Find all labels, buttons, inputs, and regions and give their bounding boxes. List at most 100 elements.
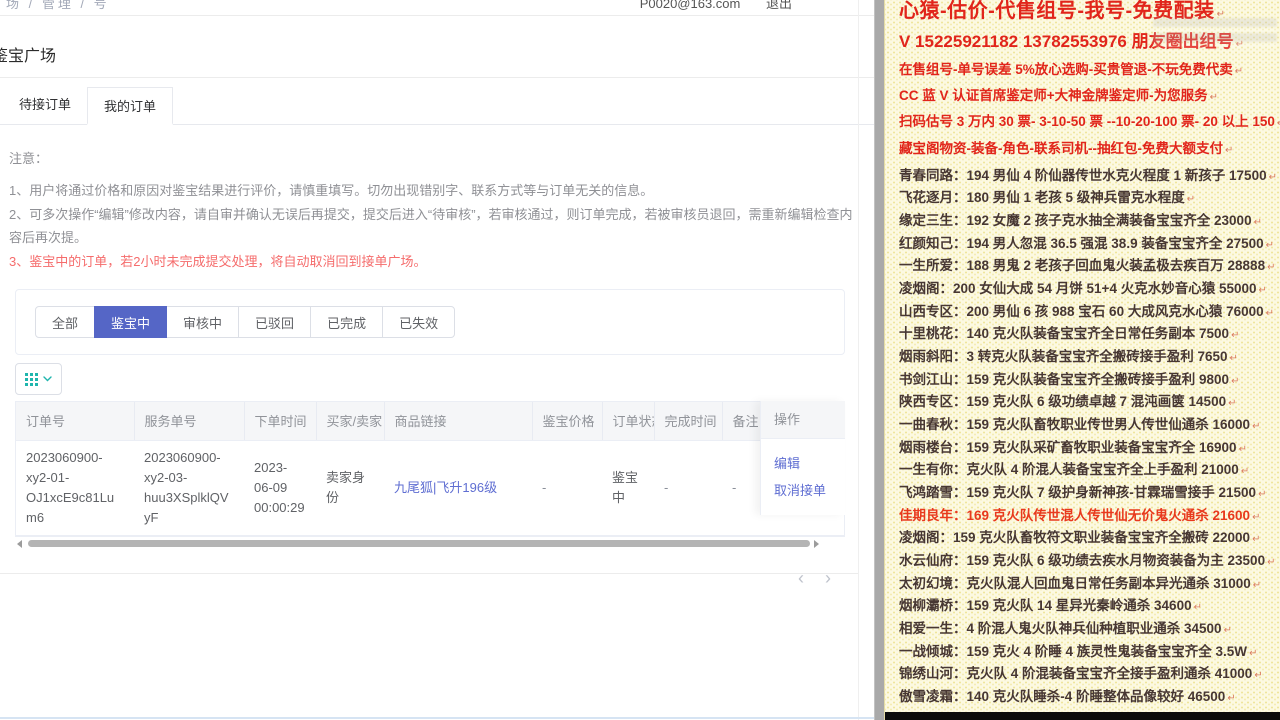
paragraph-mark: ↵ [1258,489,1266,500]
cell-product-link: 九尾狐|飞升196级 [384,440,532,535]
table-header-cell: 完成时间 [654,402,722,440]
table-header-cell: 鉴宝价格 [532,402,602,440]
cell-price: - [532,440,602,535]
table-scroll-area: 订单号服务单号下单时间买家/卖家商品链接鉴宝价格订单状态完成时间备注操作 202… [15,401,845,537]
paragraph-mark: ↵ [1269,172,1277,183]
paragraph-mark: ↵ [1239,444,1247,455]
paragraph-mark: ↵ [1194,602,1202,613]
window-right-border [858,0,859,720]
filter-button[interactable]: 审核中 [166,306,239,338]
notice-heading: 注意： [9,149,865,169]
tab-bar: 待接订单我的订单 [0,86,884,125]
scroll-left-arrow-icon[interactable] [17,540,22,548]
paragraph-mark: ↵ [1266,240,1274,251]
table-header-cell: 商品链接 [384,402,532,440]
next-page-button[interactable]: › [825,568,831,588]
doc-promo-line: 藏宝阁物资-装备-角色-联系司机--抽红包-免费大额支付↵ [899,137,1280,163]
doc-list-item: 飞花逐月：180 男仙 1 老孩 5 级神兵雷克水程度↵ [899,188,1280,211]
table-header-cell: 下单时间 [244,402,316,440]
notice-block: 注意： 1、用户将通过价格和原因对鉴宝结果进行评价，请慎重填写。切勿出现错别字、… [9,149,865,273]
doc-list-item: 太初幻境：克火队混人回血鬼日常任务副本异光通杀 31000↵ [899,574,1280,597]
doc-list-item: 锦绣山河：克火队 4 阶混装备宝宝齐全接手盈利通杀 41000↵ [899,664,1280,687]
doc-list-item: 一曲春秋：159 克火队畜牧职业传世男人传世仙通杀 16000↵ [899,415,1280,438]
action-links: 编辑取消接单 [761,439,845,504]
doc-list-item: 烟雨斜阳：3 转克火队装备宝宝齐全搬砖接手盈利 7650↵ [899,347,1280,370]
action-column: 操作 编辑取消接单 [760,401,845,515]
doc-promo-line: CC 蓝 V 认证首席鉴定师+大神金牌鉴定师-为您服务↵ [899,84,1280,110]
paragraph-mark: ↵ [1254,217,1262,228]
status-filter-box: 全部鉴宝中审核中已驳回已完成已失效 [15,289,845,355]
topbar: 场 / 管理 / 号 P0020@163.com 退出 [0,0,884,16]
cell-order-no: 2023060900-xy2-01-OJ1xcE9c81Lum6 [16,440,134,535]
table-row: 2023060900-xy2-01-OJ1xcE9c81Lum6 2023060… [16,440,845,535]
doc-list-item: 凌烟阁：159 克火队畜牧符文职业装备宝宝齐全搬砖 22000↵ [899,528,1280,551]
doc-promo-line: 扫码估号 3 万内 30 票- 3-10-50 票 --10-20-100 票-… [899,110,1280,136]
doc-list-item: 傲雪凌霜：140 克火队睡杀-4 阶睡整体品像较好 46500↵ [899,687,1280,710]
filter-button[interactable]: 已驳回 [238,306,311,338]
paragraph-mark: ↵ [1187,194,1195,205]
product-link[interactable]: 九尾狐|飞升196级 [394,480,497,495]
row-action-link[interactable]: 编辑 [774,450,845,477]
doc-list-item: 一生所爱：188 男鬼 2 老孩子回血鬼火装孟极去疾百万 28888↵ [899,256,1280,279]
table-header-cell: 买家/卖家 [316,402,384,440]
paragraph-mark: ↵ [1235,66,1243,77]
logout-link[interactable]: 退出 [766,0,792,11]
tab-item[interactable]: 待接订单 [3,86,87,124]
bottom-black-bar [885,712,1280,720]
prev-page-button[interactable]: ‹ [798,568,804,588]
ad-document-panel: 心猿-估价-代售组号-我号-免费配装↵ V 15225921182 137825… [884,0,1280,720]
filter-button[interactable]: 已完成 [310,306,383,338]
paragraph-mark: ↵ [1249,648,1257,659]
paragraph-mark: ↵ [1266,308,1274,319]
paragraph-mark: ↵ [1241,466,1249,477]
cell-service-no: 2023060900-xy2-03-huu3XSplklQVyF [134,440,244,535]
page-title: 鉴宝广场 [0,42,884,66]
paragraph-mark: ↵ [1267,262,1275,273]
column-settings-button[interactable] [15,363,62,395]
horizontal-scrollbar[interactable] [15,539,845,548]
notice-items: 1、用户将通过价格和原因对鉴宝结果进行评价，请慎重填写。切勿出现错别字、联系方式… [9,179,865,273]
paragraph-mark: ↵ [1253,580,1261,591]
doc-list-item: 烟柳灞桥：159 克火队 14 星异光秦岭通杀 34600↵ [899,596,1280,619]
notice-item: 3、鉴宝中的订单，若2小时未完成提交处理，将自动取消回到接单广场。 [9,250,865,274]
scroll-right-arrow-icon[interactable] [814,540,819,548]
account-area: P0020@163.com 退出 [640,0,792,12]
doc-list-item: 青春同路：194 男仙 4 阶仙器传世水克火程度 1 新孩子 17500↵ [899,166,1280,189]
doc-list-item: 书剑江山：159 克火队装备宝宝齐全搬砖接手盈利 9800↵ [899,370,1280,393]
tab-item[interactable]: 我的订单 [87,87,173,125]
notice-item: 1、用户将通过价格和原因对鉴宝结果进行评价，请慎重填写。切勿出现错别字、联系方式… [9,179,865,203]
doc-list-item: 十里桃花：140 克火队装备宝宝齐全日常任务副本 7500↵ [899,324,1280,347]
doc-list-item: 佳期良年：169 克火队传世混人传世仙无价鬼火通杀 21600↵ [899,506,1280,529]
filter-button[interactable]: 鉴宝中 [94,306,167,338]
scrollbar-thumb[interactable] [28,540,810,547]
paragraph-mark: ↵ [1267,557,1275,568]
grid-icon [25,373,38,386]
doc-list-item: 缘定三生：192 女魔 2 孩子克水抽全满装备宝宝齐全 23000↵ [899,211,1280,234]
cell-order-time: 2023-06-09 00:00:29 [244,440,316,535]
content-card-bottom-border [0,573,858,574]
status-filter-group: 全部鉴宝中审核中已驳回已完成已失效 [35,306,825,338]
doc-list-item: 陕西专区：159 克火队 6 级功绩卓越 7 混沌画箧 14500↵ [899,392,1280,415]
paragraph-mark: ↵ [1252,512,1260,523]
doc-list-item: 山西专区：200 男仙 6 孩 988 宝石 60 大成风克水心猿 76000↵ [899,302,1280,325]
orders-table: 订单号服务单号下单时间买家/卖家商品链接鉴宝价格订单状态完成时间备注操作 202… [15,401,845,537]
chevron-down-icon [43,376,52,382]
doc-list-item: 相爱一生：4 阶混人鬼火队神兵仙种植职业通杀 34500↵ [899,619,1280,642]
paragraph-mark: ↵ [1230,353,1238,364]
paragraph-mark: ↵ [1254,670,1262,681]
watermark [1153,18,1277,48]
row-action-link[interactable]: 取消接单 [774,477,845,504]
filter-button[interactable]: 已失效 [382,306,455,338]
filter-button[interactable]: 全部 [35,306,95,338]
pagination: ‹ › [0,568,845,589]
doc-list-item: 烟雨楼台：159 克火队采矿畜牧职业装备宝宝齐全 16900↵ [899,438,1280,461]
appraisal-app-window: 场 / 管理 / 号 P0020@163.com 退出 鉴宝广场 待接订单我的订… [0,0,884,720]
paragraph-mark: ↵ [1252,421,1260,432]
doc-list-item: 飞鸿踏雪：159 克火队 7 级护身新神孩-甘霖瑞雪接手 21500↵ [899,483,1280,506]
table-header-cell: 订单状态 [602,402,654,440]
paragraph-mark: ↵ [1231,330,1239,341]
breadcrumb: 场 / 管理 / 号 [6,0,110,12]
cell-finish-time: - [654,440,722,535]
table-header-row: 订单号服务单号下单时间买家/卖家商品链接鉴宝价格订单状态完成时间备注操作 [16,402,845,440]
doc-promo-lines: 在售组号-单号误差 5%放心选购-买贵管退-不玩免费代卖↵CC 蓝 V 认证首席… [899,58,1280,163]
